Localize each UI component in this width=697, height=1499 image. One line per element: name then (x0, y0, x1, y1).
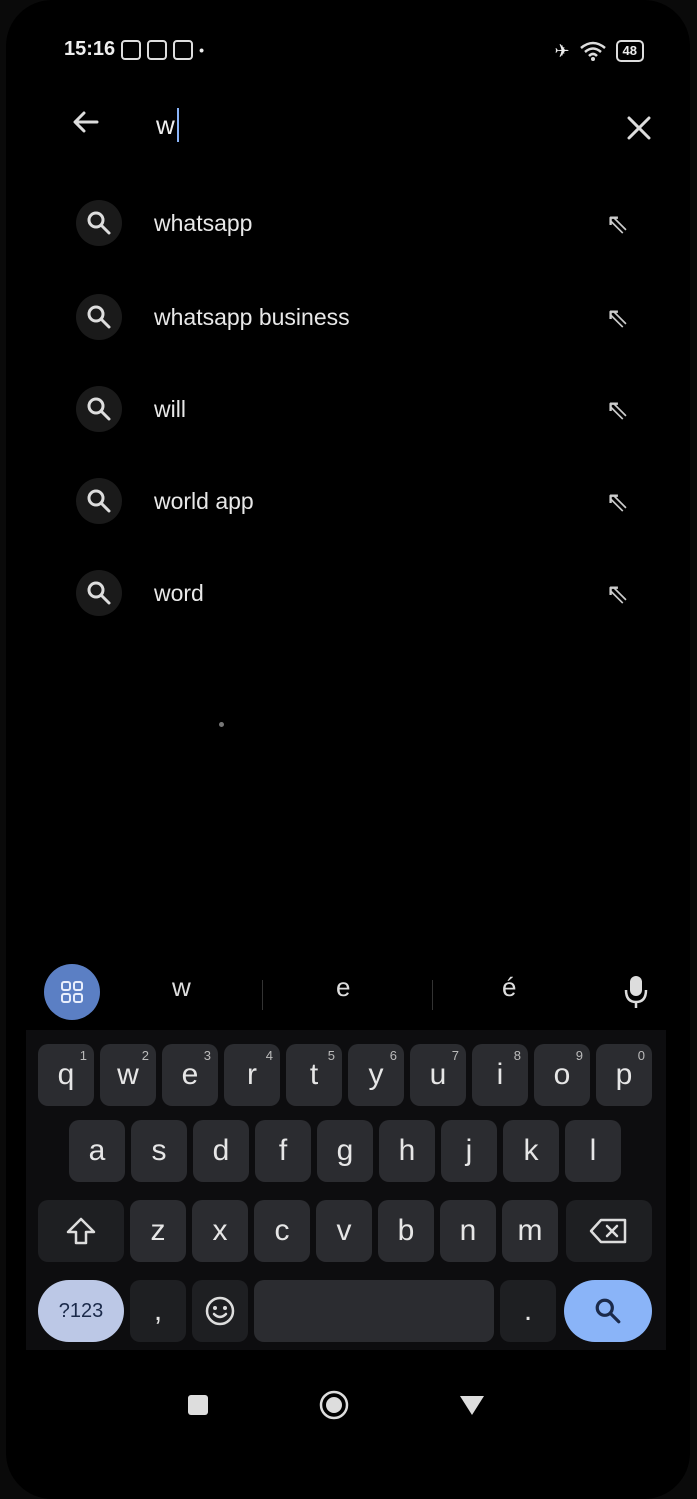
key-g[interactable]: g (317, 1120, 373, 1182)
backspace-key[interactable] (566, 1200, 652, 1262)
emoji-key[interactable] (192, 1280, 248, 1342)
key-x[interactable]: x (192, 1200, 248, 1262)
voice-input-button[interactable] (616, 968, 656, 1016)
triangle-down-icon (460, 1396, 484, 1415)
key-n[interactable]: n (440, 1200, 496, 1262)
suggestion-label: whatsapp business (154, 303, 350, 330)
search-icon (76, 386, 122, 432)
space-key[interactable] (254, 1280, 494, 1342)
suggestion-row[interactable]: word ⇖ (56, 554, 671, 632)
key-m[interactable]: m (502, 1200, 558, 1262)
apps-grid-button[interactable] (44, 964, 100, 1020)
fill-query-arrow-icon[interactable]: ⇖ (606, 577, 629, 610)
emoji-icon (205, 1296, 235, 1326)
decorative-dot (219, 722, 224, 727)
backspace-icon (589, 1218, 627, 1244)
fill-query-arrow-icon[interactable]: ⇖ (606, 301, 629, 334)
key-b[interactable]: b (378, 1200, 434, 1262)
wifi-icon (579, 41, 606, 61)
key-e[interactable]: e3 (162, 1044, 218, 1106)
suggestion-label: will (154, 395, 186, 422)
key-a[interactable]: a (69, 1120, 125, 1182)
keyboard-suggestion-strip: w e é (26, 950, 666, 1028)
settings-status-icon (121, 39, 142, 60)
grid-icon (61, 981, 83, 1003)
suggestion-row[interactable]: whatsapp business ⇖ (56, 278, 671, 356)
key-c[interactable]: c (254, 1200, 310, 1262)
divider (432, 980, 433, 1010)
fill-query-arrow-icon[interactable]: ⇖ (606, 485, 629, 518)
home-button[interactable] (314, 1385, 354, 1425)
battery-icon: 48 (615, 40, 644, 62)
key-o[interactable]: o9 (534, 1044, 590, 1106)
key-y[interactable]: y6 (348, 1044, 404, 1106)
home-circle-icon (319, 1390, 349, 1420)
clear-search-button[interactable] (618, 108, 660, 152)
search-icon (595, 1298, 621, 1324)
key-r[interactable]: r4 (224, 1044, 280, 1106)
upload-status-icon (173, 39, 194, 60)
suggestion-row[interactable]: world app ⇖ (56, 462, 671, 540)
status-bar: 15:16 • (64, 38, 204, 61)
key-q[interactable]: q1 (38, 1044, 94, 1106)
search-key[interactable] (564, 1280, 652, 1342)
key-j[interactable]: j (441, 1120, 497, 1182)
symbols-key[interactable]: ?123 (38, 1280, 124, 1342)
status-right: ✈ 48 (554, 40, 644, 62)
key-i[interactable]: i8 (472, 1044, 528, 1106)
suggestion-label: world app (154, 487, 254, 514)
key-p[interactable]: p0 (596, 1044, 652, 1106)
airplane-icon: ✈ (554, 40, 570, 61)
search-input[interactable]: w (156, 108, 179, 142)
key-u[interactable]: u7 (410, 1044, 466, 1106)
back-nav-button[interactable] (452, 1385, 492, 1425)
suggestion-row[interactable]: whatsapp ⇖ (56, 184, 671, 262)
shift-key[interactable] (38, 1200, 124, 1262)
key-w[interactable]: w2 (100, 1044, 156, 1106)
key-k[interactable]: k (503, 1120, 559, 1182)
fill-query-arrow-icon[interactable]: ⇖ (606, 393, 629, 426)
divider (262, 980, 263, 1010)
suggestion-label: whatsapp (154, 209, 253, 236)
shift-icon (66, 1217, 96, 1245)
suggestion-row[interactable]: will ⇖ (56, 370, 671, 448)
suggestion-chip[interactable]: w (172, 972, 191, 1003)
key-d[interactable]: d (193, 1120, 249, 1182)
suggestion-chip[interactable]: e (336, 972, 350, 1003)
key-v[interactable]: v (316, 1200, 372, 1262)
key-h[interactable]: h (379, 1120, 435, 1182)
key-z[interactable]: z (130, 1200, 186, 1262)
back-arrow-icon (73, 111, 99, 133)
square-icon (188, 1395, 208, 1415)
suggestion-chip[interactable]: é (502, 972, 516, 1003)
notification-dot-icon: • (199, 41, 205, 58)
app-status-icon (147, 39, 168, 60)
phone-screen: 15:16 • ✈ 48 w whatsapp ⇖ whatsapp busin… (6, 0, 690, 1499)
key-s[interactable]: s (131, 1120, 187, 1182)
search-icon (76, 570, 122, 616)
fill-query-arrow-icon[interactable]: ⇖ (606, 207, 629, 240)
close-icon (627, 116, 651, 140)
period-key[interactable]: . (500, 1280, 556, 1342)
on-screen-keyboard: q1 w2 e3 r4 t5 y6 u7 i8 o9 p0 a s d f g … (26, 1030, 666, 1350)
status-time: 15:16 (64, 38, 116, 60)
key-t[interactable]: t5 (286, 1044, 342, 1106)
search-icon (76, 294, 122, 340)
key-l[interactable]: l (565, 1120, 621, 1182)
back-button[interactable] (66, 105, 106, 147)
microphone-icon (624, 976, 648, 1008)
suggestion-label: word (154, 579, 204, 606)
search-icon (76, 478, 122, 524)
comma-key[interactable]: , (130, 1280, 186, 1342)
search-icon (76, 200, 122, 246)
recent-apps-button[interactable] (178, 1385, 218, 1425)
key-f[interactable]: f (255, 1120, 311, 1182)
